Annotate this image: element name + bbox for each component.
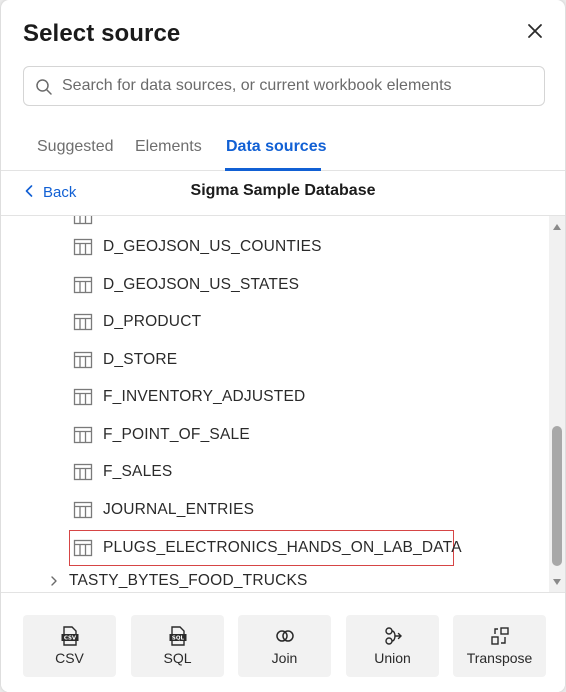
close-button[interactable] — [523, 19, 547, 43]
scrollbar-thumb[interactable] — [552, 426, 562, 566]
search-icon — [36, 79, 52, 95]
list-item[interactable]: D_PRODUCT — [73, 310, 201, 334]
sql-label: SQL — [163, 650, 192, 666]
navigation-row: Back Sigma Sample Database — [1, 171, 565, 216]
list-item[interactable]: F_INVENTORY_ADJUSTED — [73, 385, 305, 409]
folder-label: TASTY_BYTES_FOOD_TRUCKS — [69, 572, 308, 589]
list-item-label: JOURNAL_ENTRIES — [103, 501, 255, 518]
sql-button[interactable]: SQL SQL — [131, 615, 224, 677]
select-source-dialog: Select source Suggested Elements Data so… — [1, 0, 565, 692]
folder-item[interactable]: TASTY_BYTES_FOOD_TRUCKS — [49, 572, 308, 590]
tab-suggested[interactable]: Suggested — [37, 138, 114, 156]
union-icon — [384, 627, 402, 645]
list-item[interactable]: D_STORE — [73, 348, 177, 372]
close-icon — [528, 24, 542, 38]
database-title: Sigma Sample Database — [190, 182, 376, 199]
list-item-label: F_SALES — [103, 463, 173, 480]
svg-text:SQL: SQL — [171, 636, 184, 642]
csv-file-icon: CSV — [61, 626, 78, 646]
list-item[interactable]: D_GEOJSON_US_STATES — [73, 273, 299, 297]
list-item-label: F_POINT_OF_SALE — [103, 426, 250, 443]
list-item-label: D_GEOJSON_US_STATES — [103, 276, 300, 293]
table-icon — [73, 388, 93, 406]
list-item[interactable]: D_GEOJSON_US_COUNTIES — [73, 235, 322, 259]
table-icon — [73, 463, 93, 481]
transpose-icon — [490, 627, 509, 645]
table-icon — [73, 276, 93, 294]
transpose-button[interactable]: Transpose — [453, 615, 546, 677]
join-icon — [275, 630, 294, 642]
chevron-right-icon — [51, 576, 57, 586]
list-item[interactable]: F_POINT_OF_SALE — [73, 423, 250, 447]
list-item-label: D_PRODUCT — [103, 313, 202, 330]
tab-elements[interactable]: Elements — [135, 138, 202, 156]
list-item-label: D_GEOJSON_US_COUNTIES — [103, 238, 322, 255]
csv-label: CSV — [55, 650, 84, 666]
svg-text:CSV: CSV — [63, 636, 76, 642]
list-item[interactable]: F_SALES — [73, 460, 172, 484]
source-list: D_GEOJSON_US_COUNTIES D_GEOJSON_US_STATE… — [1, 216, 549, 592]
list-item[interactable]: JOURNAL_ENTRIES — [73, 498, 254, 522]
table-icon — [73, 313, 93, 331]
join-button[interactable]: Join — [238, 615, 331, 677]
list-item-selected[interactable]: PLUGS_ELECTRONICS_HANDS_ON_LAB_DATA — [73, 536, 462, 560]
source-tabs: Suggested Elements Data sources — [1, 130, 565, 171]
transpose-label: Transpose — [466, 650, 533, 666]
union-label: Union — [374, 650, 411, 666]
tab-data-sources[interactable]: Data sources — [226, 138, 327, 156]
list-item-label: D_STORE — [103, 351, 178, 368]
sql-file-icon: SQL — [169, 626, 186, 646]
table-icon — [73, 539, 93, 557]
table-icon — [73, 501, 93, 519]
table-icon — [73, 426, 93, 444]
footer-actions: CSV CSV SQL SQL Join Union Transpose — [1, 592, 565, 692]
list-item-partial[interactable] — [73, 216, 103, 228]
scroll-up-arrow-icon[interactable] — [552, 222, 562, 232]
list-item-label: PLUGS_ELECTRONICS_HANDS_ON_LAB_DATA — [103, 539, 462, 556]
csv-button[interactable]: CSV CSV — [23, 615, 116, 677]
list-item-label: F_INVENTORY_ADJUSTED — [103, 388, 306, 405]
dialog-title: Select source — [23, 20, 181, 47]
search-input[interactable] — [62, 73, 532, 99]
scroll-down-arrow-icon[interactable] — [552, 577, 562, 587]
search-box[interactable] — [23, 66, 545, 106]
table-icon — [73, 216, 93, 225]
scrollbar[interactable] — [549, 216, 565, 592]
table-icon — [73, 351, 93, 369]
join-label: Join — [271, 650, 298, 666]
table-icon — [73, 238, 93, 256]
union-button[interactable]: Union — [346, 615, 439, 677]
